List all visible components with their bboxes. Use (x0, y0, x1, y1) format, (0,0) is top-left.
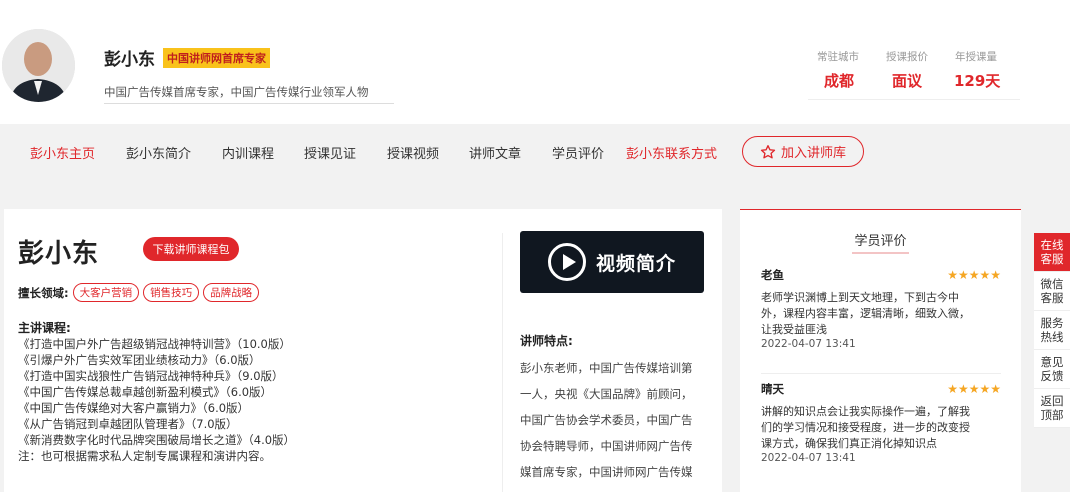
review-text: 讲解的知识点会让我实际操作一遍，了解我 们的学习情况和接受程度，进一步的改变授 … (761, 405, 970, 450)
course-list: 《打造中国户外广告超级销冠战神特训营》（10.0版） 《引爆户外广告实效军团业绩… (18, 336, 295, 464)
nav-contact[interactable]: 彭小东联系方式 (626, 143, 717, 162)
courses-title: 主讲课程: (18, 321, 71, 335)
reviews-panel: 学员评价 老鱼 ★★★★★ 老师学识渊博上到天文地理，下到古今中 外，课程内容丰… (740, 209, 1021, 492)
features-title: 讲师特点: (520, 334, 573, 348)
lecturer-main-panel: 彭小东 下载讲师课程包 擅长领域: 大客户营销 销售技巧 品牌战略 主讲课程: … (4, 209, 722, 492)
tag-brand-strategy[interactable]: 品牌战略 (203, 283, 260, 302)
stat-label-price: 授课报价 (886, 51, 928, 63)
review-date: 2022-04-07 13:41 (761, 338, 856, 350)
wechat-service-button[interactable]: 微信 客服 (1034, 272, 1070, 311)
review-item: 老鱼 ★★★★★ 老师学识渊博上到天文地理，下到古今中 外，课程内容丰富，逻辑清… (761, 267, 1001, 350)
stat-label-city: 常驻城市 (817, 51, 859, 63)
features-text: 彭小东老师，中国广告传媒培训第 一人，央视《大国品牌》前顾问， 中国广告协会学术… (520, 355, 706, 485)
course-item[interactable]: 《中国广告传媒绝对大客户赢销力》（6.0版） (18, 400, 295, 416)
course-item[interactable]: 《打造中国户外广告超级销冠战神特训营》（10.0版） (18, 336, 295, 352)
course-item[interactable]: 《打造中国实战狼性广告销冠战神特种兵》（9.0版） (18, 368, 295, 384)
join-library-label: 加入讲师库 (780, 146, 846, 161)
name-row: 彭小东 中国讲师网首席专家 (104, 45, 270, 70)
expert-badge: 中国讲师网首席专家 (163, 47, 270, 68)
stat-divider (808, 99, 1020, 100)
course-item[interactable]: 《中国广告传媒总裁卓越创新盈利模式》（6.0版） (18, 384, 295, 400)
features-line: 媒首席专家，中国讲师网广告传媒 (520, 465, 693, 479)
reviewer-name: 晴天 (761, 382, 784, 396)
review-item: 晴天 ★★★★★ 讲解的知识点会让我实际操作一遍，了解我 们的学习情况和接受程度… (761, 381, 1001, 464)
features-line: 彭小东老师，中国广告传媒培训第 (520, 361, 693, 375)
profile-subtitle: 中国广告传媒首席专家，中国广告传媒行业领军人物 (104, 84, 394, 104)
course-item[interactable]: 《引爆户外广告实效军团业绩核动力》（6.0版） (18, 352, 295, 368)
nav-home[interactable]: 彭小东主页 (30, 143, 95, 162)
floating-service-bar: 在线 客服 微信 客服 服务 热线 意见 反馈 返回 顶部 (1034, 233, 1070, 428)
online-service-button[interactable]: 在线 客服 (1034, 233, 1070, 272)
nav-reviews[interactable]: 学员评价 (552, 143, 604, 162)
download-course-pack-button[interactable]: 下载讲师课程包 (143, 237, 239, 261)
star-rating-icon: ★★★★★ (947, 382, 1001, 396)
review-divider (761, 373, 1001, 374)
star-rating-icon: ★★★★★ (947, 268, 1001, 282)
stat-value-price: 面议 (892, 72, 923, 90)
course-note: 注：也可根据需求私人定制专属课程和演讲内容。 (18, 449, 271, 463)
review-text: 老师学识渊博上到天文地理，下到古今中 外，课程内容丰富，逻辑清晰，细致入微， 让… (761, 291, 970, 336)
stat-value-city: 成都 (824, 72, 855, 90)
tag-key-account[interactable]: 大客户营销 (72, 283, 140, 302)
course-item[interactable]: 《新消费数字化时代品牌突围破局增长之道》（4.0版） (18, 432, 295, 448)
reviewer-name: 老鱼 (761, 268, 784, 282)
nav-intro[interactable]: 彭小东简介 (126, 143, 191, 162)
lecturer-name: 彭小东 (18, 239, 100, 269)
expertise-label: 擅长领域: (18, 285, 69, 300)
back-to-top-button[interactable]: 返回 顶部 (1034, 389, 1070, 428)
star-outline-icon (760, 144, 776, 158)
profile-nav: 彭小东主页 彭小东简介 内训课程 授课见证 授课视频 讲师文章 学员评价 彭小东… (0, 124, 1070, 180)
hotline-button[interactable]: 服务 热线 (1034, 311, 1070, 350)
join-library-button[interactable]: 加入讲师库 (742, 136, 864, 167)
profile-header: 彭小东 中国讲师网首席专家 中国广告传媒首席专家，中国广告传媒行业领军人物 常驻… (0, 0, 1070, 124)
reviews-title: 学员评价 (740, 230, 1021, 254)
features-line: 中国广告协会学术委员，中国广告 (520, 413, 693, 427)
video-intro-banner[interactable]: 视频简介 (520, 231, 704, 293)
nav-videos[interactable]: 授课视频 (387, 143, 439, 162)
features-line: 一人，央视《大国品牌》前顾问， (520, 387, 693, 401)
review-date: 2022-04-07 13:41 (761, 452, 856, 464)
features-line: 协会特聘导师，中国讲师网广告传 (520, 439, 693, 453)
profile-name: 彭小东 (104, 50, 155, 70)
stat-label-days: 年授课量 (955, 51, 997, 63)
nav-articles[interactable]: 讲师文章 (469, 143, 521, 162)
play-icon (547, 243, 586, 281)
nav-courses[interactable]: 内训课程 (222, 143, 274, 162)
video-intro-label: 视频简介 (595, 252, 676, 275)
tag-sales-skills[interactable]: 销售技巧 (143, 283, 200, 302)
course-item[interactable]: 《从广告销冠到卓越团队管理者》（7.0版） (18, 416, 295, 432)
vertical-divider (502, 233, 503, 492)
expertise-row: 擅长领域: 大客户营销 销售技巧 品牌战略 (18, 283, 263, 302)
feedback-button[interactable]: 意见 反馈 (1034, 350, 1070, 389)
avatar[interactable] (2, 29, 75, 102)
stat-value-days: 129天 (954, 72, 1001, 90)
nav-testimonials[interactable]: 授课见证 (304, 143, 356, 162)
